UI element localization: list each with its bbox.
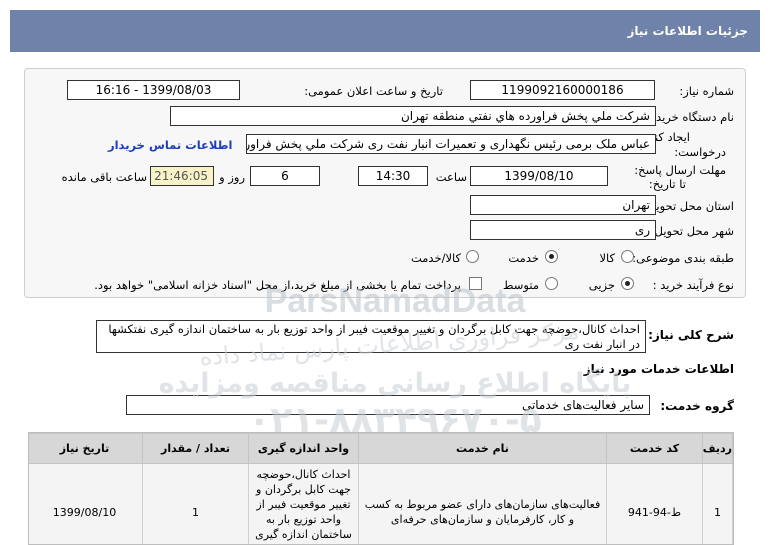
city-field[interactable]: ری [470, 220, 656, 240]
treasury-payment-checkbox[interactable] [469, 277, 482, 290]
cell-need-date: 1399/08/10 [29, 463, 143, 544]
process-option-minor: جزیی [588, 278, 615, 292]
buyer-org-field[interactable]: شرکت ملي پخش فراورده هاي نفتي منطقه تهرا… [170, 106, 656, 126]
page-title-bar: جزئیات اطلاعات نیاز [10, 10, 760, 52]
deadline-label-1: مهلت ارسال پاسخ: [634, 163, 726, 177]
remaining-time-field: 21:46:05 [150, 166, 214, 186]
services-table: ردیف کد خدمت نام خدمت واحد اندازه گیری ت… [29, 433, 733, 544]
province-field[interactable]: تهران [470, 195, 656, 215]
cell-service-name: فعالیت‌های سازمان‌های دارای عضو مربوط به… [358, 463, 607, 544]
cell-row-number: 1 [702, 463, 733, 544]
category-option-goods: کالا [599, 251, 615, 265]
process-radio-minor[interactable] [621, 277, 634, 290]
creator-field[interactable]: عباس ملک برمی رئیس نگهداری و تعمیرات انب… [246, 134, 656, 154]
category-option-goods-service: کالا/خدمت [410, 251, 461, 265]
deadline-time-label: ساعت [435, 170, 467, 184]
treasury-payment-note: پرداخت تمام یا بخشی از مبلغ خرید،از محل … [94, 278, 461, 292]
col-header-quantity: تعداد / مقدار [142, 433, 249, 464]
province-label: استان محل تحویل: [643, 199, 734, 213]
table-row[interactable]: 1 ط-94-941 فعالیت‌های سازمان‌های دارای ع… [29, 463, 733, 544]
col-header-unit: واحد اندازه گیری [248, 433, 359, 464]
col-header-row-number: ردیف [702, 433, 733, 464]
creator-label-2: درخواست: [674, 145, 726, 159]
col-header-need-date: تاریخ نیاز [29, 433, 143, 464]
col-header-service-code: کد خدمت [606, 433, 703, 464]
category-option-service: خدمت [508, 251, 539, 265]
page-title: جزئیات اطلاعات نیاز [627, 24, 748, 38]
col-header-service-name: نام خدمت [358, 433, 607, 464]
table-header-row: ردیف کد خدمت نام خدمت واحد اندازه گیری ت… [29, 433, 733, 464]
category-radio-service[interactable] [545, 250, 558, 263]
category-radio-goods-service[interactable] [466, 250, 479, 263]
buyer-org-label: نام دستگاه خریدار: [643, 110, 734, 124]
services-section-title: اطلاعات خدمات مورد نیاز [583, 362, 734, 376]
process-radio-medium[interactable] [545, 277, 558, 290]
process-label: نوع فرآیند خرید : [652, 278, 734, 292]
deadline-time-field[interactable]: 14:30 [358, 166, 428, 186]
remaining-time-label: ساعت باقی مانده [61, 170, 147, 184]
service-group-field[interactable]: سایر فعالیت‌های خدماتی [126, 395, 650, 415]
category-radio-goods[interactable] [621, 250, 634, 263]
announce-date-label: تاریخ و ساعت اعلان عمومی: [304, 84, 443, 98]
service-group-label: گروه خدمت: [660, 399, 734, 413]
deadline-label-2: تا تاریخ: [648, 177, 686, 191]
category-label: طبقه بندی موضوعی: [632, 251, 734, 265]
days-remaining-field[interactable]: 6 [250, 166, 320, 186]
cell-unit: احداث کانال،حوضچه جهت کابل برگردان و تغی… [248, 463, 359, 544]
announce-date-field[interactable]: 1399/08/03 - 16:16 [67, 80, 240, 100]
process-option-medium: متوسط [502, 278, 539, 292]
cell-quantity: 1 [142, 463, 249, 544]
cell-service-code: ط-94-941 [606, 463, 703, 544]
city-label: شهر محل تحویل: [650, 224, 734, 238]
services-table-wrapper: ردیف کد خدمت نام خدمت واحد اندازه گیری ت… [28, 432, 734, 545]
buyer-contact-link[interactable]: اطلاعات تماس خریدار [108, 138, 232, 152]
days-label: روز و [219, 170, 245, 184]
need-number-label: شماره نیاز: [679, 84, 734, 98]
summary-textarea[interactable]: احداث کانال،حوضچه جهت کابل برگردان و تغی… [96, 320, 646, 353]
deadline-date-field[interactable]: 1399/08/10 [470, 166, 608, 186]
need-number-field[interactable]: 1199092160000186 [470, 80, 655, 100]
summary-label: شرح کلی نیاز: [648, 328, 734, 342]
